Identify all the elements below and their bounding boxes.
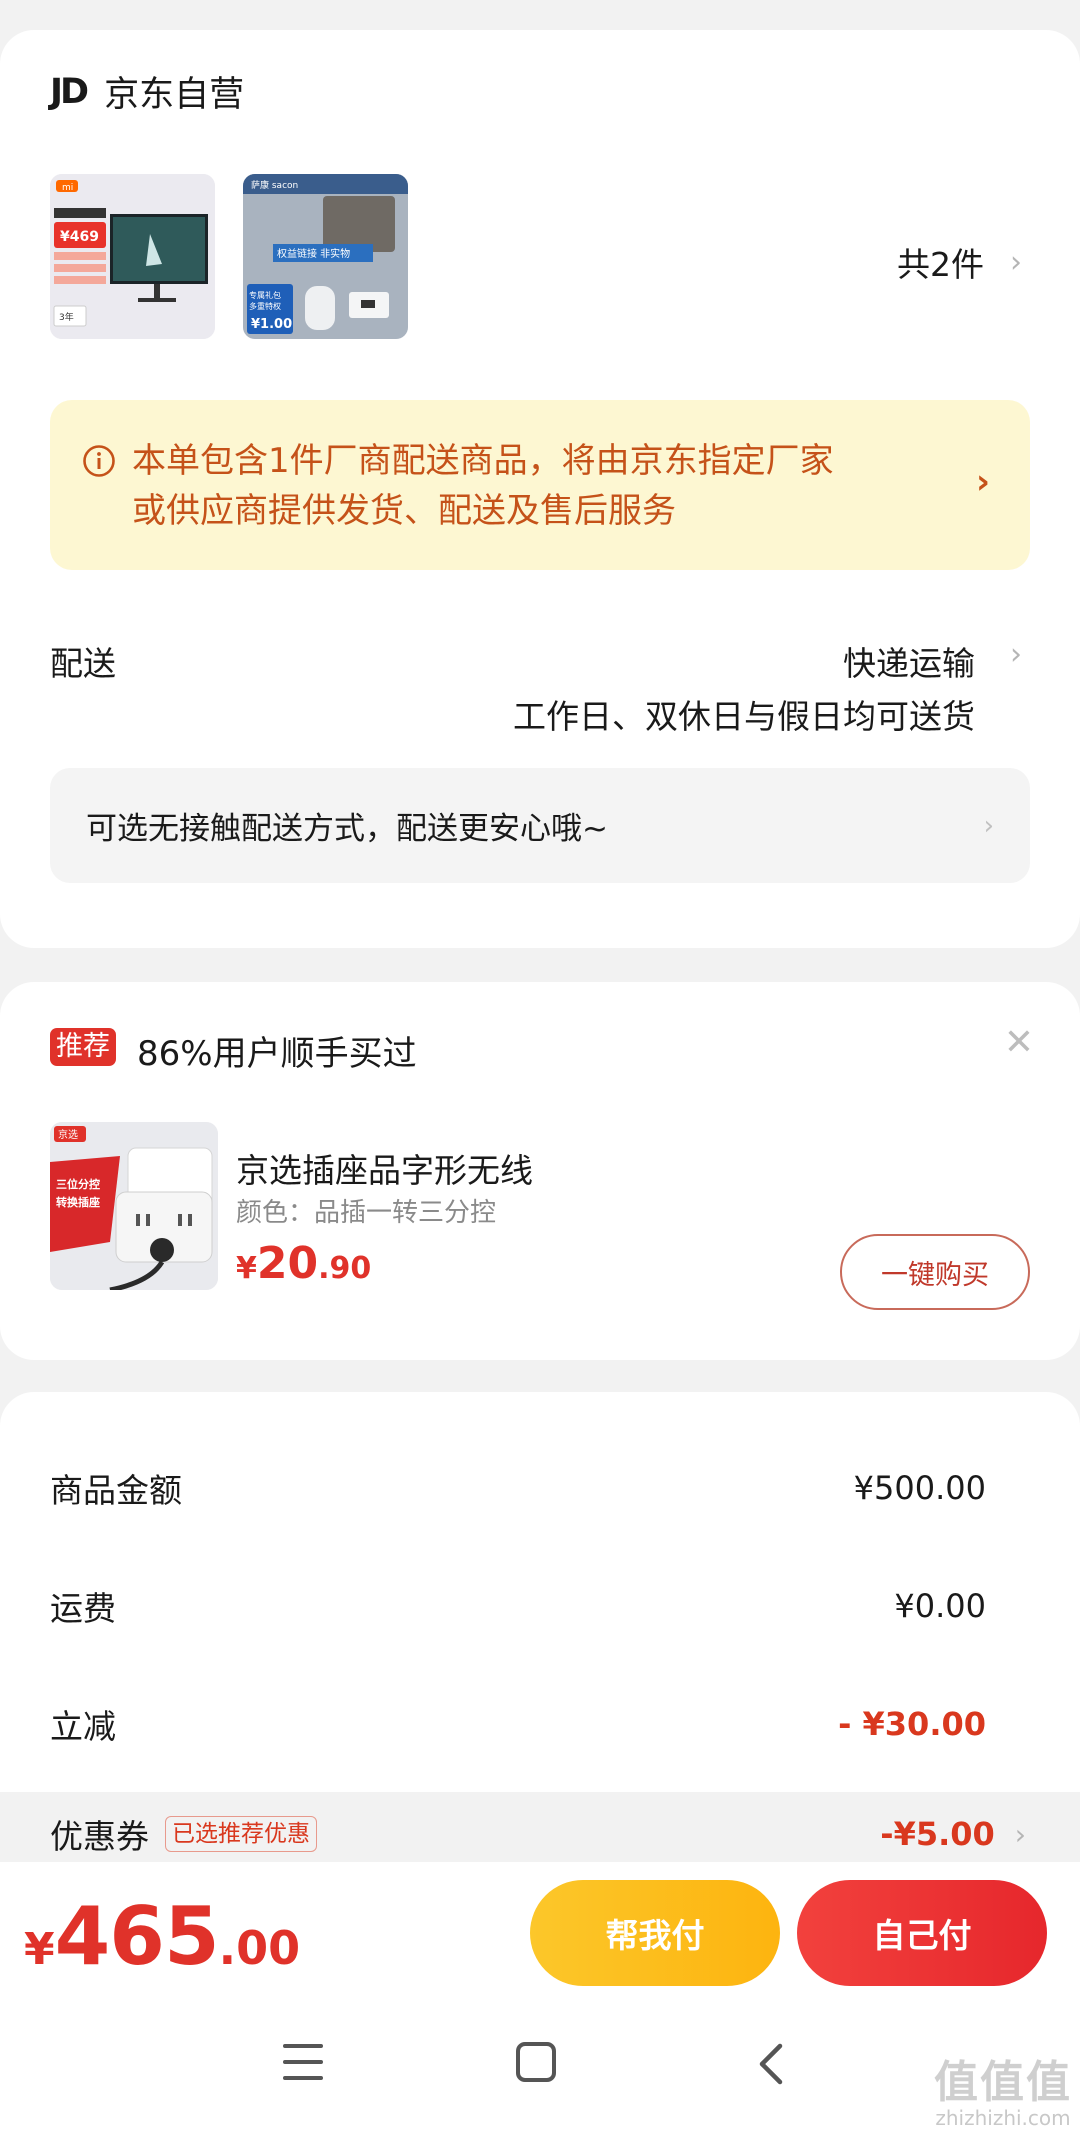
one-click-buy-button[interactable]: 一键购买 [840, 1234, 1030, 1310]
thumb2-label1: 专属礼包 [249, 290, 281, 300]
coupon-recommended-tag: 已选推荐优惠 [165, 1816, 317, 1852]
power-strip-image: 京选 三位分控 转换插座 [50, 1122, 218, 1290]
goods-amount-label: 商品金额 [50, 1471, 182, 1510]
notice-line-1: 本单包含1件厂商配送商品，将由京东指定厂家 [132, 441, 834, 481]
shipping-time: 工作日、双休日与假日均可送货 [513, 697, 975, 736]
thumb1-warranty: 3年 [59, 311, 74, 323]
product-thumbnails[interactable]: mi ¥469 3年 萨康 sacon 权益链接 非实物 专属礼包 多重特权 ¥… [50, 174, 408, 339]
total-integer: 465 [54, 1890, 220, 1983]
info-icon [83, 445, 115, 477]
product-thumbnail-heater[interactable]: 萨康 sacon 权益链接 非实物 专属礼包 多重特权 ¥1.00 [243, 174, 408, 339]
recommend-title: 86%用户顺手买过 [137, 1034, 417, 1074]
checkout-bar: ¥465.00 帮我付 自己付 [0, 1862, 1080, 2002]
watermark-url: zhizhizhi.com [935, 2106, 1071, 2130]
coupon-value-group[interactable]: -¥5.00 › [880, 1815, 1026, 1853]
discount-value: - ¥30.00 [838, 1705, 986, 1743]
home-icon[interactable] [516, 2042, 556, 2082]
notice-line-2: 或供应商提供发货、配送及售后服务 [132, 491, 676, 531]
watermark-logo: 值值值 [934, 2057, 1072, 2108]
total-price: ¥465.00 [24, 1890, 300, 1983]
total-symbol: ¥ [24, 1924, 55, 1975]
discount-label: 立减 [50, 1707, 116, 1746]
watermark: 值值值 zhizhizhi.com [934, 2046, 1072, 2130]
freight-label: 运费 [50, 1589, 116, 1628]
recent-apps-icon[interactable] [283, 2044, 323, 2080]
thumb2-brand: 萨康 sacon [251, 179, 298, 191]
heater-image: 萨康 sacon 权益链接 非实物 专属礼包 多重特权 ¥1.00 [243, 174, 408, 339]
freight-value: ¥0.00 [894, 1587, 986, 1625]
store-header[interactable]: JD 京东自营 [50, 66, 244, 117]
store-name: 京东自营 [104, 75, 245, 115]
close-icon[interactable]: ✕ [1004, 1022, 1034, 1063]
shipping-method[interactable]: 快递运输 [843, 637, 975, 685]
summary-row-freight: 运费 ¥0.00 [50, 1582, 986, 1630]
back-icon[interactable] [752, 2042, 792, 2086]
recommend-product-name[interactable]: 京选插座品字形无线 [236, 1144, 533, 1192]
jd-logo: JD [50, 71, 89, 112]
product-count-row[interactable]: 共2件 › [897, 238, 1022, 286]
chevron-right-icon: › [975, 462, 990, 502]
img-text-2: 转换插座 [56, 1195, 100, 1209]
thumb2-label2: 多重特权 [249, 301, 281, 311]
summary-row-goods: 商品金额 ¥500.00 [50, 1464, 986, 1512]
chevron-right-icon: › [1014, 1817, 1026, 1851]
order-summary-card: 商品金额 ¥500.00 运费 ¥0.00 立减 - ¥30.00 [0, 1392, 1080, 1792]
chevron-right-icon[interactable]: › [1010, 637, 1022, 672]
store-card: JD 京东自营 mi ¥469 3年 萨康 sacon 权益链接 非实物 专属礼… [0, 30, 1080, 948]
product-count: 共2件 [897, 245, 984, 284]
mi-brand-text: mi [62, 183, 73, 193]
thumb2-price: ¥1.00 [251, 317, 292, 332]
price-symbol: ¥ [236, 1251, 257, 1286]
price-decimal: .90 [318, 1251, 372, 1286]
summary-row-discount: 立减 - ¥30.00 [50, 1700, 986, 1748]
system-nav-bar: 值值值 zhizhizhi.com [0, 2002, 1080, 2131]
recommend-product-price: ¥20.90 [236, 1238, 371, 1289]
chevron-right-icon: › [1010, 244, 1022, 280]
monitor-image: mi ¥469 3年 [50, 174, 215, 339]
recommend-badge: 推荐 [50, 1028, 116, 1066]
help-me-pay-button[interactable]: 帮我付 [530, 1880, 780, 1986]
coupon-value: -¥5.00 [880, 1815, 995, 1853]
img-brand: 京选 [58, 1128, 78, 1141]
total-decimal: .00 [218, 1921, 301, 1975]
vendor-shipping-notice[interactable]: 本单包含1件厂商配送商品，将由京东指定厂家 或供应商提供发货、配送及售后服务 › [50, 400, 1030, 570]
goods-amount-value: ¥500.00 [853, 1469, 986, 1507]
coupon-label-group: 优惠券 已选推荐优惠 [50, 1810, 317, 1858]
recommend-product-spec: 颜色：品插一转三分控 [236, 1198, 497, 1228]
shipping-label: 配送 [50, 644, 116, 683]
thumb2-tag: 权益链接 非实物 [277, 247, 350, 260]
product-thumbnail-monitor[interactable]: mi ¥469 3年 [50, 174, 215, 339]
contactless-text: 可选无接触配送方式，配送更安心哦~ [86, 811, 608, 847]
img-text-1: 三位分控 [56, 1177, 100, 1191]
contactless-delivery-option[interactable]: 可选无接触配送方式，配送更安心哦~ › [50, 768, 1030, 883]
summary-row-coupon[interactable]: 优惠券 已选推荐优惠 -¥5.00 › [50, 1810, 1026, 1858]
price-integer: 20 [256, 1238, 319, 1289]
recommend-product-image[interactable]: 京选 三位分控 转换插座 [50, 1122, 218, 1290]
pay-myself-button[interactable]: 自己付 [797, 1880, 1047, 1986]
chevron-right-icon: › [983, 810, 994, 841]
coupon-label: 优惠券 [50, 1817, 149, 1856]
recommend-card: 推荐 86%用户顺手买过 ✕ 京选 三位分控 转换插座 京选插座品字形无线 颜色… [0, 982, 1080, 1360]
thumb1-price: ¥469 [60, 229, 99, 245]
